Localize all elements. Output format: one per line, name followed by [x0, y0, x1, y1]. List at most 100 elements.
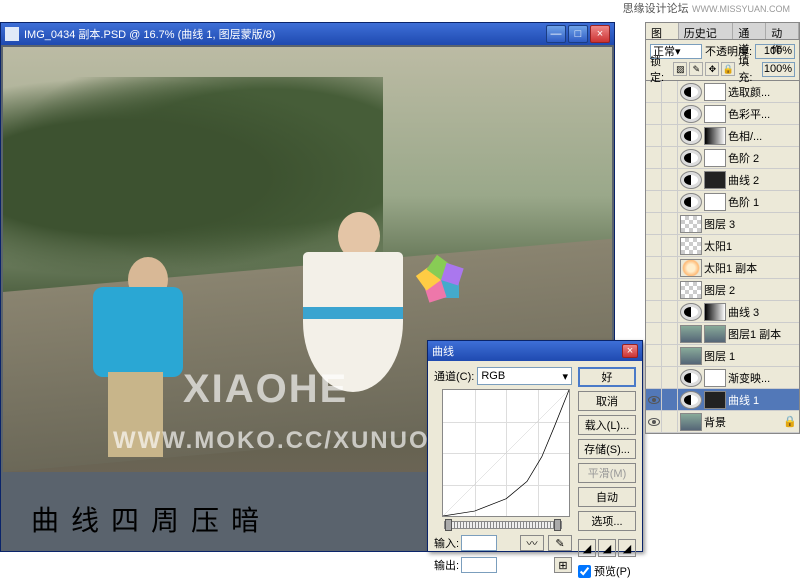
layer-thumb[interactable] [680, 259, 702, 277]
layer-name-label[interactable]: 曲线 2 [728, 172, 797, 188]
lock-transparency-icon[interactable]: ▨ [673, 62, 687, 76]
curve-tool-button[interactable]: 〰 [520, 535, 544, 551]
visibility-toggle[interactable] [646, 191, 662, 212]
link-col[interactable] [664, 213, 678, 234]
curves-titlebar[interactable]: 曲线 × [428, 341, 642, 361]
tab-channels[interactable]: 通道 [733, 23, 766, 39]
layer-row[interactable]: 背景🔒 [646, 411, 799, 433]
link-col[interactable] [664, 367, 678, 388]
curves-close-button[interactable]: × [622, 344, 638, 358]
layer-row[interactable]: 太阳1 副本 [646, 257, 799, 279]
visibility-toggle[interactable] [646, 411, 662, 432]
layer-thumb[interactable] [680, 281, 702, 299]
layer-row[interactable]: 曲线 2 [646, 169, 799, 191]
fill-input[interactable]: 100% [762, 62, 795, 77]
close-button[interactable]: × [590, 25, 610, 43]
layer-row[interactable]: 色相/... [646, 125, 799, 147]
link-col[interactable] [664, 257, 678, 278]
visibility-toggle[interactable] [646, 213, 662, 234]
layer-thumb[interactable] [704, 105, 726, 123]
load-button[interactable]: 载入(L)... [578, 415, 636, 435]
layer-name-label[interactable]: 色相/... [728, 128, 797, 144]
tab-history[interactable]: 历史记录 [679, 23, 734, 39]
layer-name-label[interactable]: 图层1 副本 [728, 326, 797, 342]
link-col[interactable] [664, 389, 678, 410]
white-eyedropper-icon[interactable]: ◢ [618, 539, 636, 557]
gray-eyedropper-icon[interactable]: ◢ [598, 539, 616, 557]
link-col[interactable] [664, 301, 678, 322]
link-col[interactable] [664, 103, 678, 124]
visibility-toggle[interactable] [646, 81, 662, 102]
layer-thumb[interactable] [680, 237, 702, 255]
visibility-toggle[interactable] [646, 279, 662, 300]
link-col[interactable] [664, 411, 678, 432]
link-col[interactable] [664, 125, 678, 146]
layer-thumb[interactable] [704, 171, 726, 189]
layer-thumb[interactable] [680, 347, 702, 365]
ok-button[interactable]: 好 [578, 367, 636, 387]
visibility-toggle[interactable] [646, 235, 662, 256]
layer-thumb[interactable] [704, 325, 726, 343]
layer-thumb[interactable] [680, 391, 702, 409]
layer-row[interactable]: 太阳1 [646, 235, 799, 257]
layer-row[interactable]: 渐变映... [646, 367, 799, 389]
layer-thumb[interactable] [704, 193, 726, 211]
auto-button[interactable]: 自动 [578, 487, 636, 507]
minimize-button[interactable]: — [546, 25, 566, 43]
layer-thumb[interactable] [704, 83, 726, 101]
curves-graph[interactable] [442, 389, 570, 517]
link-col[interactable] [664, 345, 678, 366]
lock-paint-icon[interactable]: ✎ [689, 62, 703, 76]
link-col[interactable] [664, 235, 678, 256]
visibility-toggle[interactable] [646, 323, 662, 344]
layer-thumb[interactable] [680, 413, 702, 431]
layer-thumb[interactable] [680, 215, 702, 233]
opacity-input[interactable]: 100% [755, 44, 795, 59]
link-col[interactable] [664, 147, 678, 168]
visibility-toggle[interactable] [646, 345, 662, 366]
layer-row[interactable]: 图层 3 [646, 213, 799, 235]
visibility-toggle[interactable] [646, 169, 662, 190]
channel-select[interactable]: RGB ▾ [477, 367, 572, 385]
layers-list[interactable]: 选取颜...色彩平...色相/...色阶 2曲线 2色阶 1图层 3太阳1太阳1… [645, 81, 800, 434]
doc-titlebar[interactable]: IMG_0434 副本.PSD @ 16.7% (曲线 1, 图层蒙版/8) —… [1, 23, 614, 45]
layer-row[interactable]: 色彩平... [646, 103, 799, 125]
layer-name-label[interactable]: 图层 1 [704, 348, 797, 364]
black-eyedropper-icon[interactable]: ◢ [578, 539, 596, 557]
options-button[interactable]: 选项... [578, 511, 636, 531]
layer-name-label[interactable]: 色阶 2 [728, 150, 797, 166]
curve-output-field[interactable] [461, 557, 497, 573]
expand-grid-button[interactable]: ⊞ [554, 557, 572, 573]
tab-actions[interactable]: 动作 [766, 23, 799, 39]
layer-thumb[interactable] [704, 303, 726, 321]
maximize-button[interactable]: □ [568, 25, 588, 43]
layer-thumb[interactable] [704, 149, 726, 167]
layer-thumb[interactable] [704, 127, 726, 145]
pencil-tool-button[interactable]: ✎ [548, 535, 572, 551]
layer-name-label[interactable]: 太阳1 [704, 238, 797, 254]
link-col[interactable] [664, 279, 678, 300]
link-col[interactable] [664, 81, 678, 102]
layer-name-label[interactable]: 色彩平... [728, 106, 797, 122]
visibility-toggle[interactable] [646, 389, 662, 410]
layer-row[interactable]: 曲线 1 [646, 389, 799, 411]
visibility-toggle[interactable] [646, 125, 662, 146]
layer-thumb[interactable] [680, 193, 702, 211]
layer-row[interactable]: 色阶 2 [646, 147, 799, 169]
layer-thumb[interactable] [680, 105, 702, 123]
layer-thumb[interactable] [704, 369, 726, 387]
layer-row[interactable]: 图层 2 [646, 279, 799, 301]
layer-name-label[interactable]: 图层 3 [704, 216, 797, 232]
layer-name-label[interactable]: 曲线 3 [728, 304, 797, 320]
lock-move-icon[interactable]: ✥ [705, 62, 719, 76]
layer-row[interactable]: 图层1 副本 [646, 323, 799, 345]
save-button[interactable]: 存储(S)... [578, 439, 636, 459]
layer-thumb[interactable] [680, 325, 702, 343]
lock-all-icon[interactable]: 🔒 [721, 62, 735, 76]
layer-thumb[interactable] [680, 149, 702, 167]
layer-row[interactable]: 曲线 3 [646, 301, 799, 323]
layer-thumb[interactable] [680, 369, 702, 387]
curve-input-field[interactable] [461, 535, 497, 551]
link-col[interactable] [664, 191, 678, 212]
layer-thumb[interactable] [704, 391, 726, 409]
